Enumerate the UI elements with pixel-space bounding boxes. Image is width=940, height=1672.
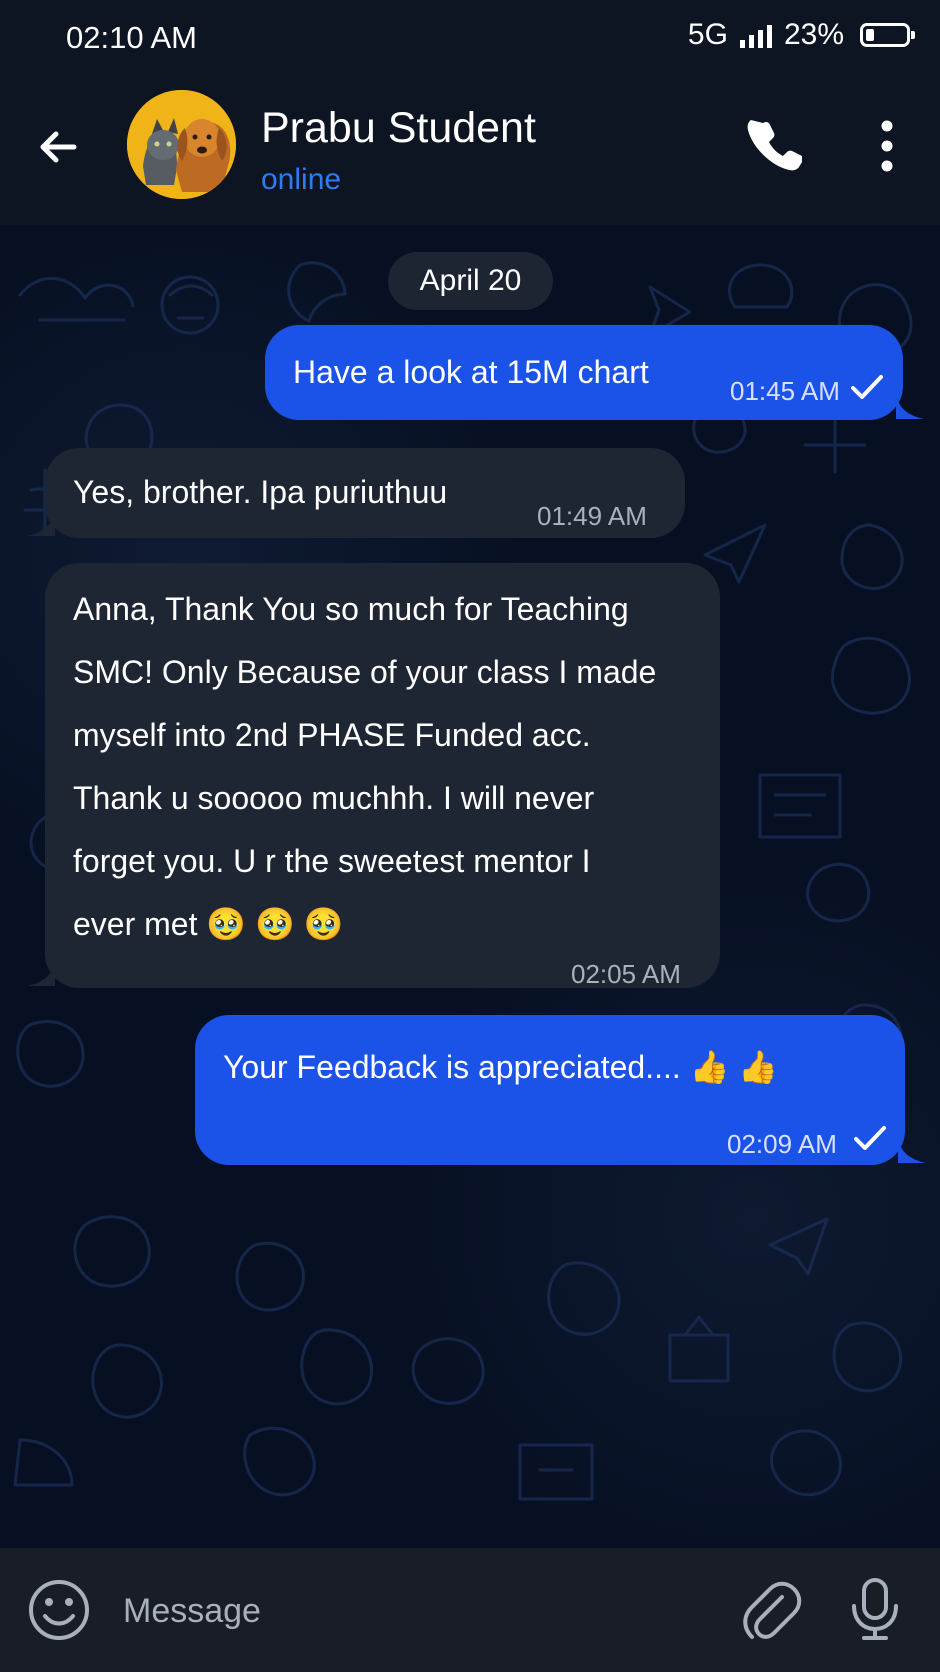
chat-area[interactable]: April 20 Have a look at 15M chart 01:45 … xyxy=(0,225,940,1548)
message-input[interactable] xyxy=(121,1578,705,1644)
signal-bars-icon xyxy=(739,22,772,48)
message-time: 01:45 AM xyxy=(730,376,840,406)
message-incoming-2[interactable]: Anna, Thank You so much for Teaching SMC… xyxy=(45,563,720,989)
status-indicators: 5G 23% xyxy=(687,18,915,52)
bubble-tail xyxy=(27,960,55,986)
message-line: myself into 2nd PHASE Funded acc. xyxy=(73,717,591,753)
status-bar: 02:10 AM 5G 23% xyxy=(0,0,940,80)
microphone-icon[interactable] xyxy=(846,1576,904,1642)
message-incoming-1[interactable]: Yes, brother. Ipa puriuthuu 01:49 AM xyxy=(45,448,685,538)
message-time: 02:05 AM xyxy=(571,959,681,989)
arrow-left-icon[interactable] xyxy=(34,122,84,172)
bubble-tail xyxy=(898,1137,926,1163)
three-dots-vertical-icon[interactable] xyxy=(862,116,912,176)
message-time: 01:49 AM xyxy=(537,501,647,531)
paperclip-icon[interactable] xyxy=(740,1578,802,1640)
bubble-tail xyxy=(27,510,55,536)
message-text: Your Feedback is appreciated.... 👍 👍 xyxy=(223,1049,779,1085)
phone-icon[interactable] xyxy=(746,116,802,172)
message-line: Thank u sooooo muchhh. I will never xyxy=(73,780,595,816)
message-text: Yes, brother. Ipa puriuthuu xyxy=(73,474,448,510)
message-line: SMC! Only Because of your class I made xyxy=(73,654,657,690)
chat-header: Prabu Student online xyxy=(0,80,940,225)
message-text: Have a look at 15M chart xyxy=(293,354,649,390)
bubble-tail xyxy=(896,393,924,419)
contact-name[interactable]: Prabu Student xyxy=(261,104,536,153)
message-outgoing-2[interactable]: Your Feedback is appreciated.... 👍 👍 02:… xyxy=(195,1015,905,1165)
check-icon xyxy=(854,1126,886,1150)
battery-label: 23% xyxy=(783,18,844,51)
pets-avatar-icon xyxy=(127,90,236,199)
emoji-icon[interactable] xyxy=(27,1578,91,1642)
date-label: April 20 xyxy=(388,252,553,310)
message-outgoing-1[interactable]: Have a look at 15M chart 01:45 AM xyxy=(265,325,903,420)
check-icon xyxy=(851,375,883,399)
network-label: 5G xyxy=(687,18,728,51)
battery-icon xyxy=(860,23,915,47)
avatar[interactable] xyxy=(127,90,236,199)
message-line: Anna, Thank You so much for Teaching xyxy=(73,591,629,627)
message-time: 02:09 AM xyxy=(727,1129,837,1159)
contact-status: online xyxy=(261,163,342,196)
message-composer xyxy=(0,1548,940,1672)
status-time: 02:10 AM xyxy=(66,20,197,55)
message-line: forget you. U r the sweetest mentor I xyxy=(73,843,591,879)
